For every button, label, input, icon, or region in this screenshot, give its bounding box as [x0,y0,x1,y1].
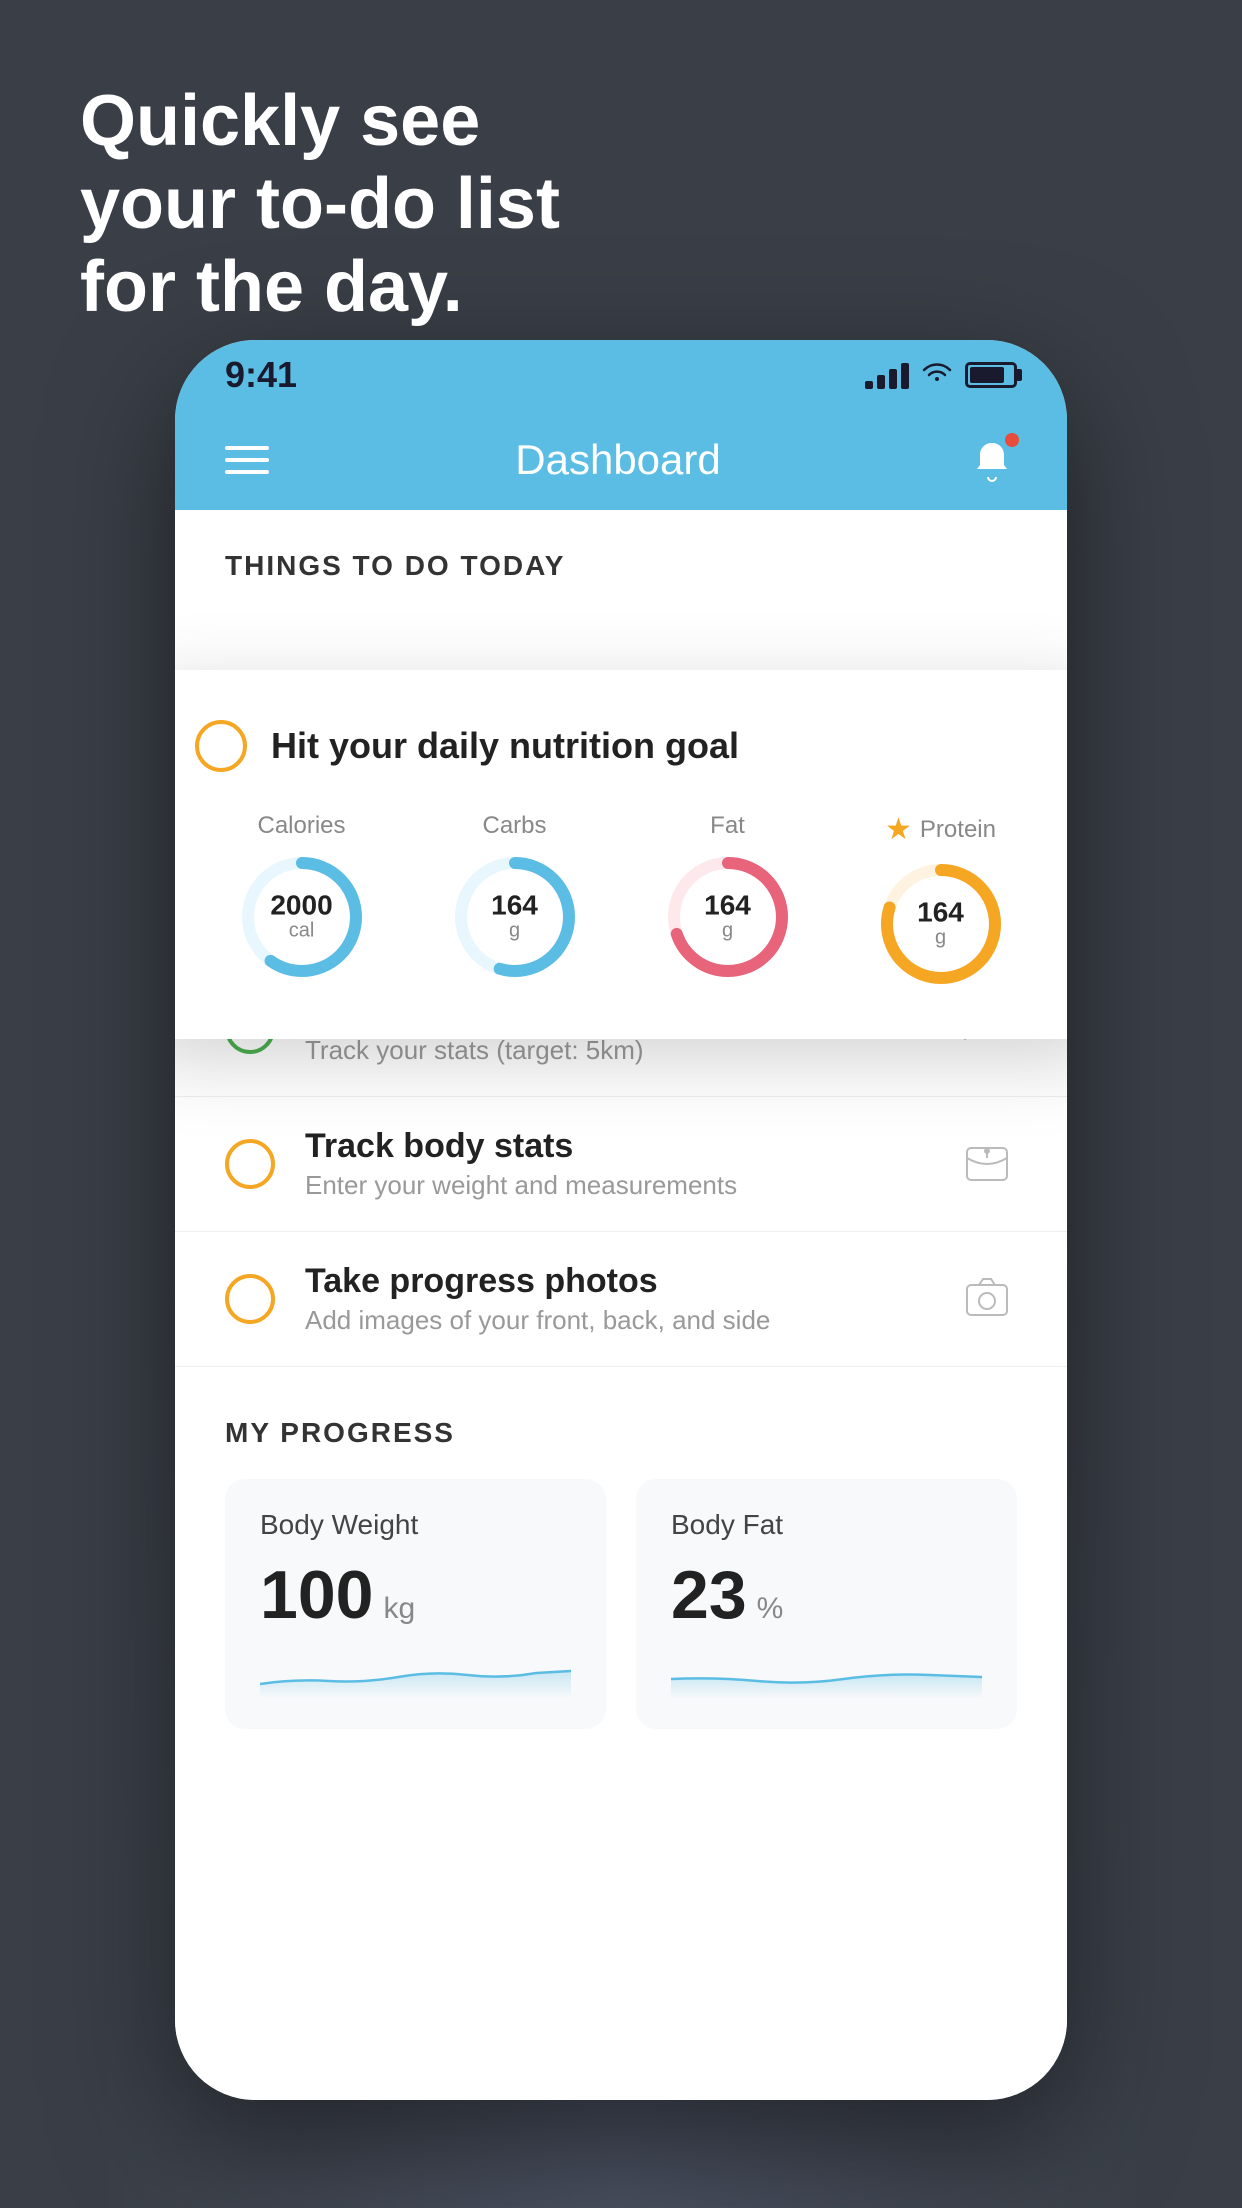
calories-unit: cal [270,920,332,943]
protein-unit: g [917,927,964,950]
fat-label: Fat [710,812,745,840]
body-fat-card[interactable]: Body Fat 23 % [636,1479,1017,1729]
section-header-todo: THINGS TO DO TODAY [175,510,1067,602]
calories-label: Calories [257,812,345,840]
status-icons [865,359,1017,392]
nav-bar: Dashboard [175,410,1067,510]
status-bar: 9:41 [175,340,1067,410]
body-stats-subtitle: Enter your weight and measurements [305,1170,927,1201]
nutrition-card: Hit your daily nutrition goal Calories 2… [175,670,1067,1039]
progress-photos-title: Take progress photos [305,1262,927,1301]
body-fat-unit: % [757,1592,784,1626]
body-fat-title: Body Fat [671,1509,982,1541]
nutrition-item-protein: ★ Protein 164 g [876,812,1006,989]
progress-photos-subtitle: Add images of your front, back, and side [305,1305,927,1336]
nav-title: Dashboard [515,436,720,484]
protein-value: 164 [917,899,964,927]
calories-value: 2000 [270,892,332,920]
body-stats-checkbox[interactable] [225,1139,275,1189]
body-weight-card[interactable]: Body Weight 100 kg [225,1479,606,1729]
body-weight-value: 100 [260,1561,373,1629]
nutrition-item-fat: Fat 164 g [663,812,793,982]
body-stats-title: Track body stats [305,1127,927,1166]
body-weight-chart [260,1649,571,1699]
headline: Quickly see your to-do list for the day. [80,80,560,328]
photo-icon [957,1269,1017,1329]
progress-photos-checkbox[interactable] [225,1274,275,1324]
body-weight-title: Body Weight [260,1509,571,1541]
status-time: 9:41 [225,354,297,396]
scale-icon [957,1134,1017,1194]
card-title-row: Hit your daily nutrition goal [195,720,1047,772]
phone-frame: 9:41 Da [175,340,1067,2100]
body-weight-unit: kg [383,1592,415,1626]
notification-dot [1003,431,1021,449]
body-weight-value-row: 100 kg [260,1561,571,1629]
nutrition-item-calories: Calories 2000 cal [237,812,367,982]
body-fat-value: 23 [671,1561,747,1629]
wifi-icon [921,359,953,392]
carbs-value: 164 [491,892,538,920]
todo-checkbox-nutrition[interactable] [195,720,247,772]
progress-photos-info: Take progress photos Add images of your … [305,1262,927,1336]
carbs-label: Carbs [482,812,546,840]
nutrition-item-carbs: Carbs 164 g [450,812,580,982]
protein-label: Protein [920,816,996,844]
protein-star-icon: ★ [885,812,912,847]
progress-header: MY PROGRESS [225,1417,1017,1449]
nutrition-circles: Calories 2000 cal Carbs [195,812,1047,989]
progress-cards: Body Weight 100 kg [225,1479,1017,1729]
hamburger-menu[interactable] [225,446,269,474]
carbs-donut: 164 g [450,852,580,982]
todo-item-body-stats[interactable]: Track body stats Enter your weight and m… [175,1097,1067,1232]
fat-unit: g [704,920,751,943]
calories-donut: 2000 cal [237,852,367,982]
progress-section: MY PROGRESS Body Weight 100 kg [175,1367,1067,1759]
carbs-unit: g [491,920,538,943]
battery-icon [965,362,1017,388]
notification-bell[interactable] [967,435,1017,485]
body-stats-info: Track body stats Enter your weight and m… [305,1127,927,1201]
body-fat-value-row: 23 % [671,1561,982,1629]
protein-donut: 164 g [876,859,1006,989]
todo-item-progress-photos[interactable]: Take progress photos Add images of your … [175,1232,1067,1367]
body-fat-chart [671,1649,982,1699]
content-area: THINGS TO DO TODAY Hit your daily nutrit… [175,510,1067,2100]
fat-value: 164 [704,892,751,920]
running-subtitle: Track your stats (target: 5km) [305,1035,927,1066]
signal-icon [865,361,909,389]
nutrition-card-title: Hit your daily nutrition goal [271,725,739,767]
fat-donut: 164 g [663,852,793,982]
